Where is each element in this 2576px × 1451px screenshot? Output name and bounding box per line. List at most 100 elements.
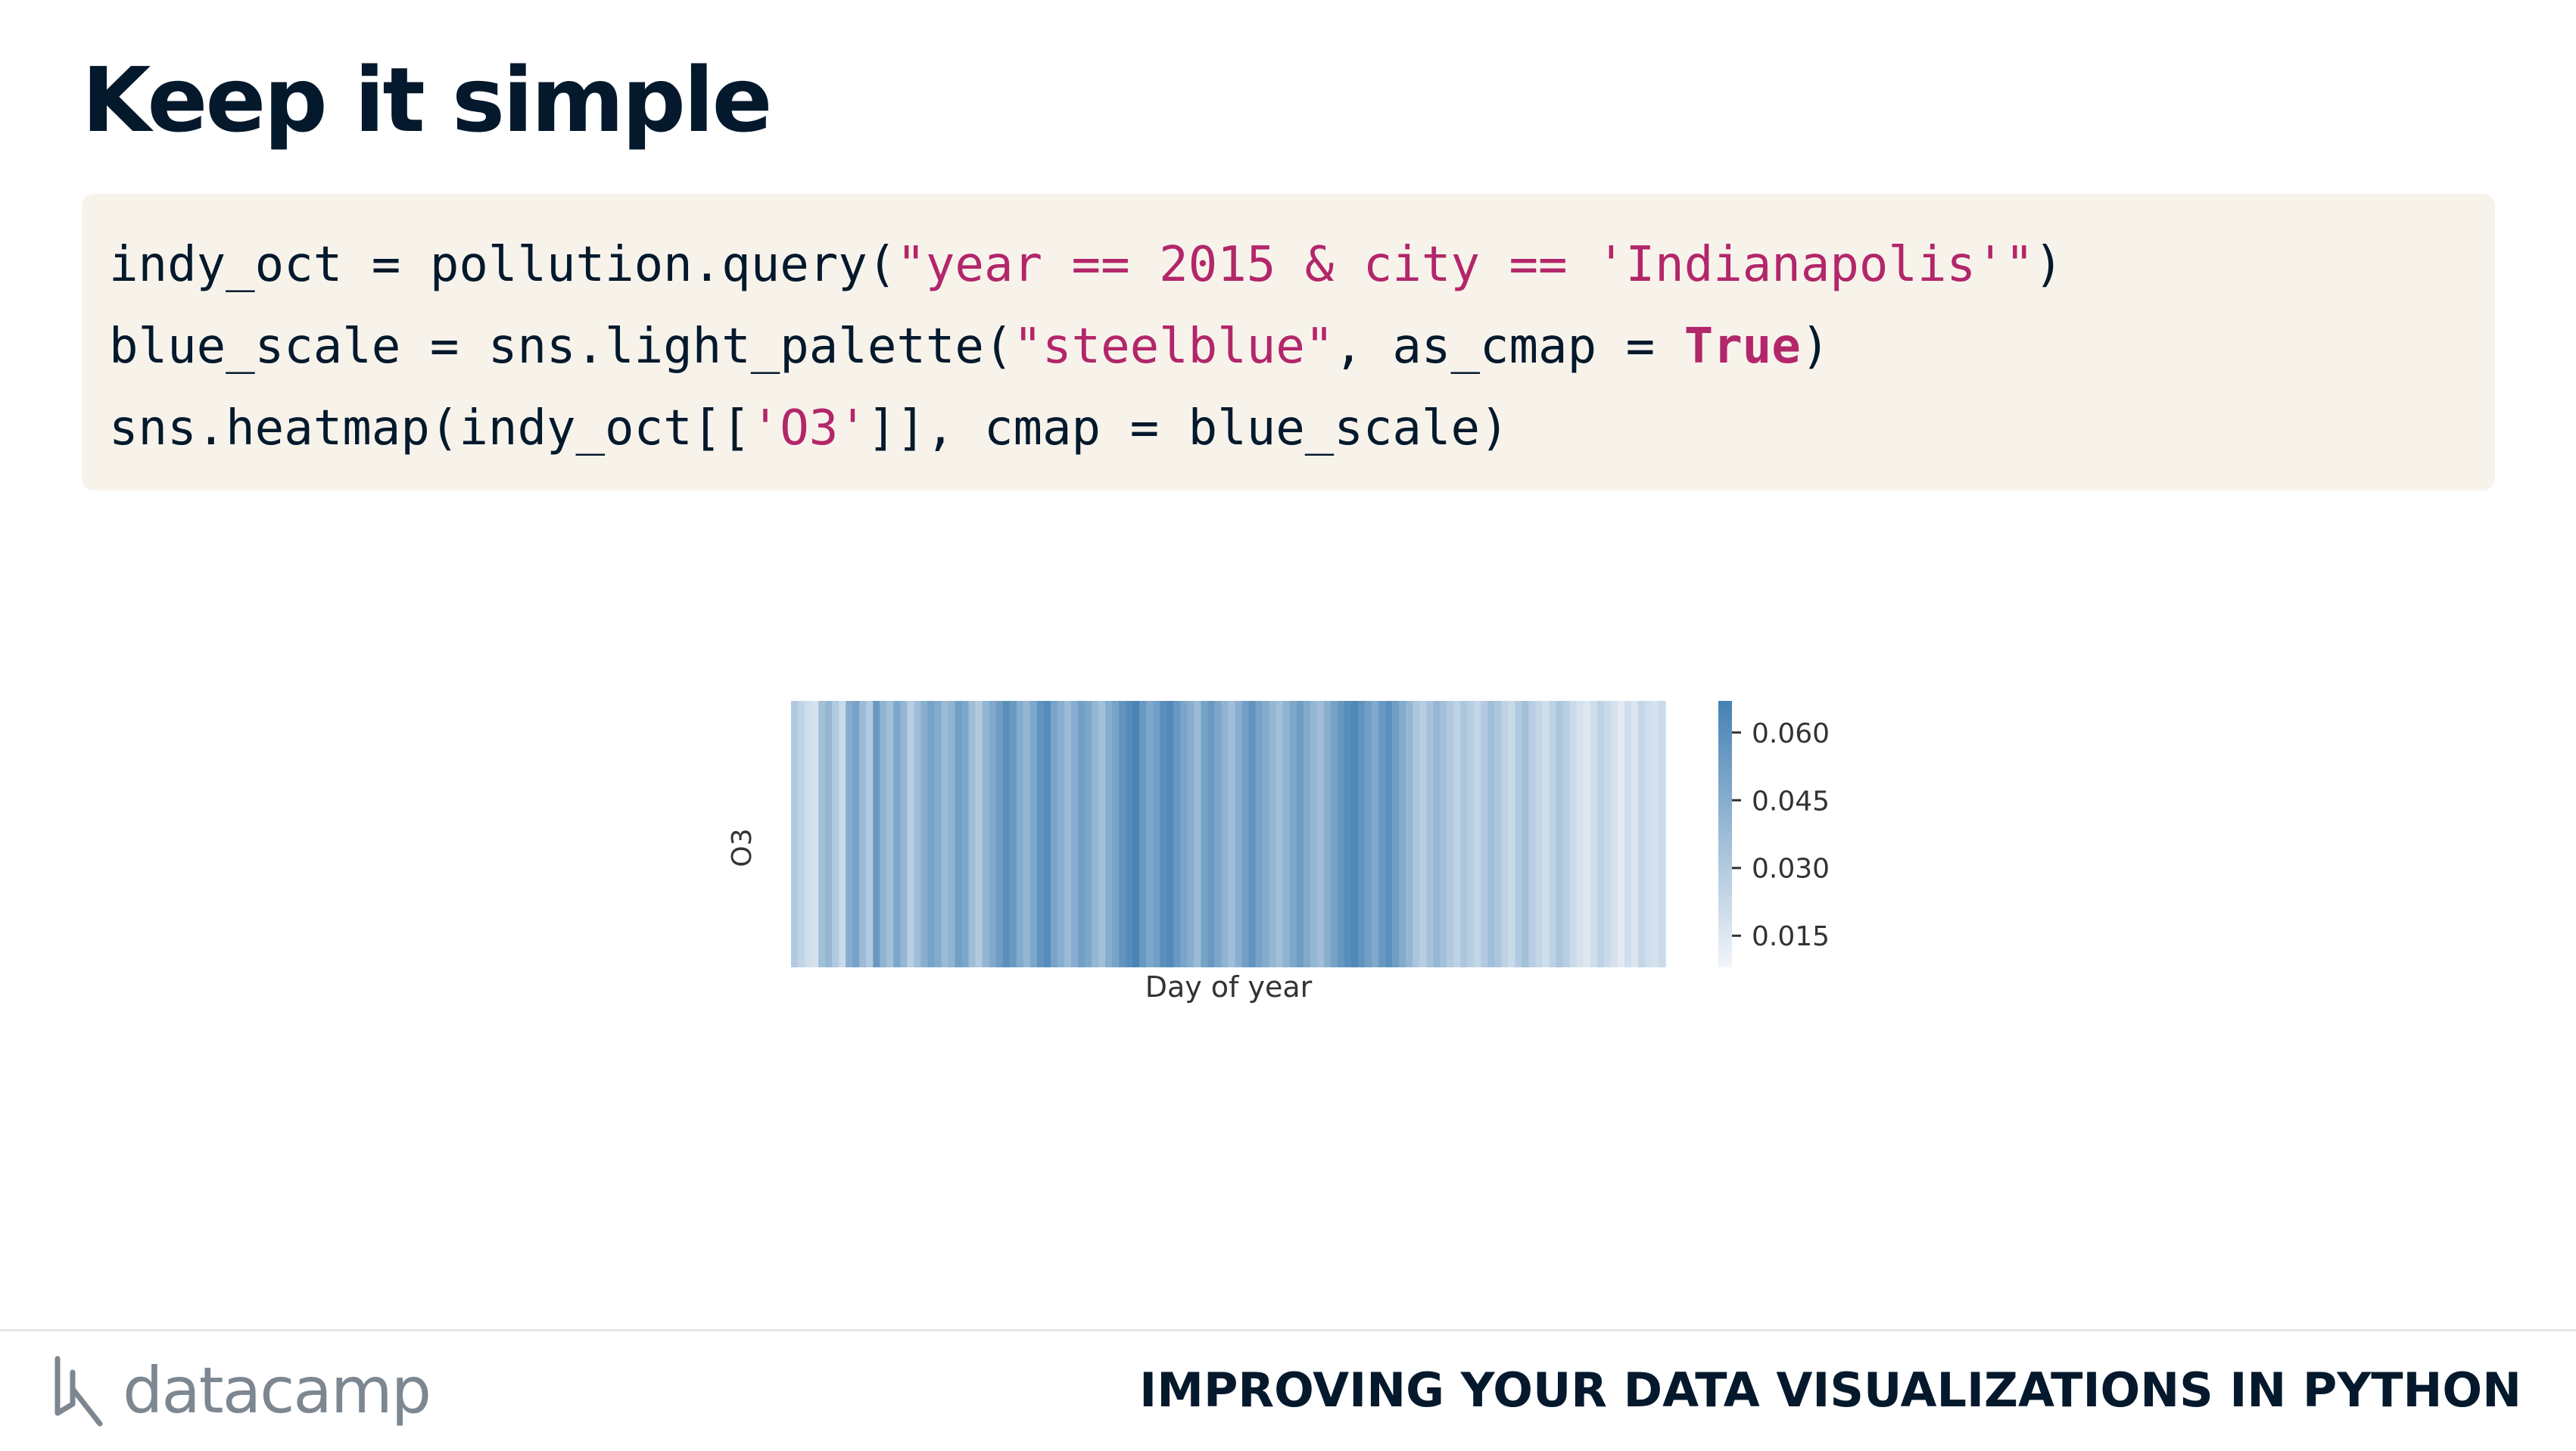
heatmap-cell bbox=[1132, 701, 1140, 967]
heatmap-cell bbox=[1269, 701, 1277, 967]
heatmap-cell bbox=[914, 701, 922, 967]
heatmap-cell bbox=[1221, 701, 1229, 967]
heatmap-cell bbox=[805, 701, 812, 967]
heatmap-cell bbox=[1583, 701, 1591, 967]
heatmap-cell bbox=[1064, 701, 1072, 967]
heatmap-cell bbox=[893, 701, 901, 967]
heatmap-cell bbox=[1016, 701, 1024, 967]
heatmap-cell bbox=[1282, 701, 1291, 967]
code-text: , as_cmap = bbox=[1334, 319, 1684, 375]
heatmap-cell bbox=[1357, 701, 1366, 967]
heatmap-cell bbox=[1201, 701, 1209, 967]
heatmap-cell bbox=[1160, 701, 1167, 967]
code-text: ) bbox=[1800, 319, 1830, 375]
heatmap-cell bbox=[791, 701, 799, 967]
heatmap-cell bbox=[1487, 701, 1496, 967]
heatmap-cell bbox=[1173, 701, 1181, 967]
heatmap-cell bbox=[927, 701, 936, 967]
heatmap-cell bbox=[873, 701, 880, 967]
heatmap-cell bbox=[1406, 701, 1413, 967]
heatmap-cell bbox=[1481, 701, 1488, 967]
datacamp-logo-icon bbox=[55, 1356, 103, 1427]
heatmap-cell bbox=[1440, 701, 1447, 967]
heatmap-cell bbox=[1077, 701, 1086, 967]
code-text: ]], cmap = blue_scale) bbox=[867, 400, 1509, 456]
heatmap-cell bbox=[1323, 701, 1332, 967]
colorbar-tick-label: 0.060 bbox=[1752, 718, 1830, 749]
heatmap-cell bbox=[1576, 701, 1584, 967]
heatmap-cell bbox=[1126, 701, 1133, 967]
heatmap-cell bbox=[1508, 701, 1516, 967]
heatmap-cell bbox=[859, 701, 867, 967]
heatmap-cell bbox=[1419, 701, 1427, 967]
code-line-3: sns.heatmap(indy_oct[['O3']], cmap = blu… bbox=[109, 388, 2495, 469]
heatmap-cell bbox=[1535, 701, 1543, 967]
heatmap-cell bbox=[1289, 701, 1297, 967]
heatmap-cell bbox=[1610, 701, 1618, 967]
heatmap-cell bbox=[934, 701, 942, 967]
colorbar-tick-label: 0.015 bbox=[1752, 921, 1830, 952]
heatmap-cell bbox=[1146, 701, 1154, 967]
datacamp-logo-text: datacamp bbox=[123, 1353, 431, 1428]
heatmap-cell bbox=[1590, 701, 1598, 967]
heatmap-cell bbox=[1139, 701, 1147, 967]
heatmap-cell bbox=[1310, 701, 1318, 967]
heatmap-cell bbox=[1112, 701, 1120, 967]
heatmap-cell bbox=[1050, 701, 1058, 967]
heatmap-cell bbox=[1241, 701, 1250, 967]
code-keyword: True bbox=[1684, 319, 1801, 375]
heatmap-cell bbox=[1433, 701, 1441, 967]
heatmap-cell bbox=[1467, 701, 1475, 967]
heatmap-cell bbox=[1474, 701, 1481, 967]
heatmap-cell bbox=[1542, 701, 1550, 967]
colorbar-tick-label: 0.030 bbox=[1752, 854, 1830, 885]
code-text: sns.heatmap(indy_oct[[ bbox=[109, 400, 751, 456]
heatmap-cell bbox=[1187, 701, 1195, 967]
heatmap-cell bbox=[1596, 701, 1605, 967]
heatmap-cell bbox=[995, 701, 1004, 967]
colorbar-ticks: 0.060 0.045 0.030 0.015 bbox=[1732, 718, 1830, 952]
heatmap-cell bbox=[1262, 701, 1270, 967]
heatmap-cell bbox=[1092, 701, 1099, 967]
heatmap-cell bbox=[948, 701, 956, 967]
heatmap-cell bbox=[955, 701, 963, 967]
heatmap-cell bbox=[1556, 701, 1564, 967]
heatmap-cell bbox=[852, 701, 860, 967]
heatmap-cell bbox=[1002, 701, 1011, 967]
heatmap-cell bbox=[1105, 701, 1113, 967]
heatmap-cell bbox=[886, 701, 894, 967]
footer-divider bbox=[0, 1329, 2576, 1331]
code-line-2: blue_scale = sns.light_palette("steelblu… bbox=[109, 306, 2495, 388]
code-string: 'O3' bbox=[750, 400, 867, 456]
heatmap-cell bbox=[1119, 701, 1126, 967]
heatmap-cell bbox=[1194, 701, 1201, 967]
heatmap-cell bbox=[900, 701, 908, 967]
heatmap-cell bbox=[920, 701, 929, 967]
heatmap-cell bbox=[1522, 701, 1530, 967]
code-block: indy_oct = pollution.query("year == 2015… bbox=[82, 194, 2495, 490]
heatmap-cell bbox=[1214, 701, 1223, 967]
heatmap-cell bbox=[866, 701, 874, 967]
heatmap-cell bbox=[1399, 701, 1406, 967]
heatmap-cell bbox=[1070, 701, 1079, 967]
heatmap-cell bbox=[1153, 701, 1160, 967]
heatmap-cell bbox=[1296, 701, 1304, 967]
heatmap-cell bbox=[1085, 701, 1092, 967]
heatmap-cell bbox=[1098, 701, 1106, 967]
heatmap-cell bbox=[1228, 701, 1236, 967]
heatmap-cell bbox=[1631, 701, 1639, 967]
heatmap-cell bbox=[1167, 701, 1174, 967]
code-line-1: indy_oct = pollution.query("year == 2015… bbox=[109, 224, 2495, 306]
heatmap-cell bbox=[1637, 701, 1646, 967]
heatmap-cell bbox=[1330, 701, 1338, 967]
heatmap-cell bbox=[839, 701, 846, 967]
heatmap-cell bbox=[1426, 701, 1434, 967]
colorbar bbox=[1718, 701, 1732, 967]
heatmap-cell bbox=[880, 701, 887, 967]
heatmap-cell bbox=[1207, 701, 1216, 967]
heatmap-cell bbox=[832, 701, 839, 967]
heatmap-cell bbox=[1447, 701, 1454, 967]
heatmap-cell bbox=[1658, 701, 1666, 967]
heatmap-cell bbox=[798, 701, 805, 967]
heatmap-cell bbox=[1344, 701, 1352, 967]
